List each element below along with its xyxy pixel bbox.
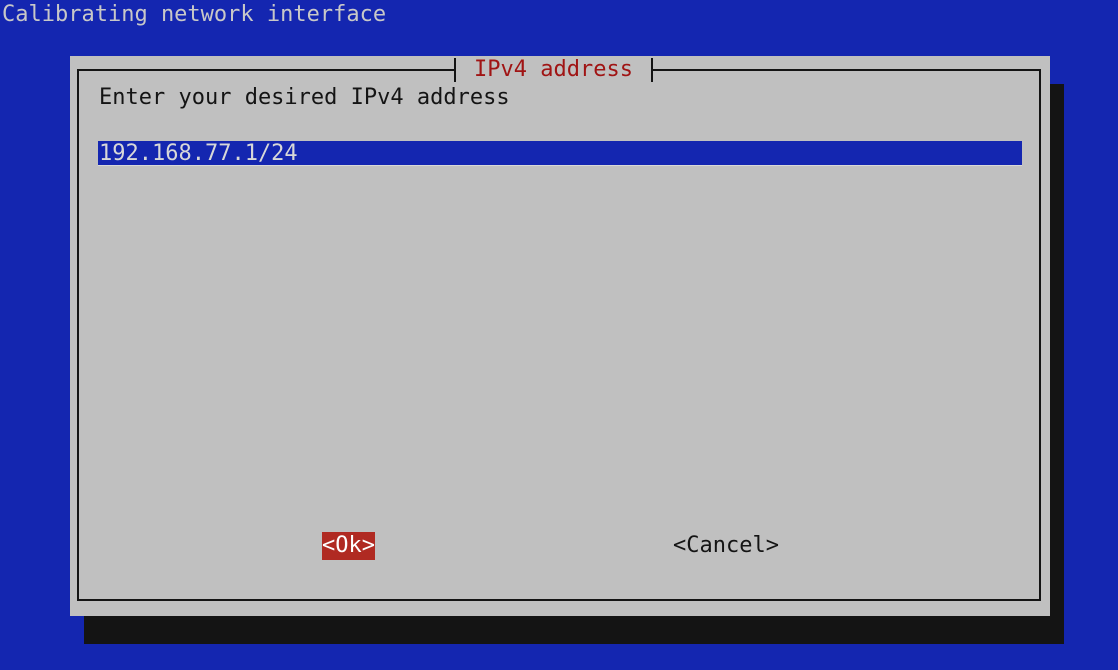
cancel-button[interactable]: <Cancel>	[673, 532, 779, 560]
ok-button[interactable]: <Ok>	[322, 532, 375, 560]
dialog-prompt: Enter your desired IPv4 address	[99, 85, 510, 110]
backtitle: Calibrating network interface	[2, 2, 387, 27]
ipv4-address-input[interactable]: 192.168.77.1/24	[98, 141, 1022, 166]
dialog-title: IPv4 address	[454, 56, 653, 84]
ipv4-dialog: IPv4 address Enter your desired IPv4 add…	[70, 56, 1050, 616]
